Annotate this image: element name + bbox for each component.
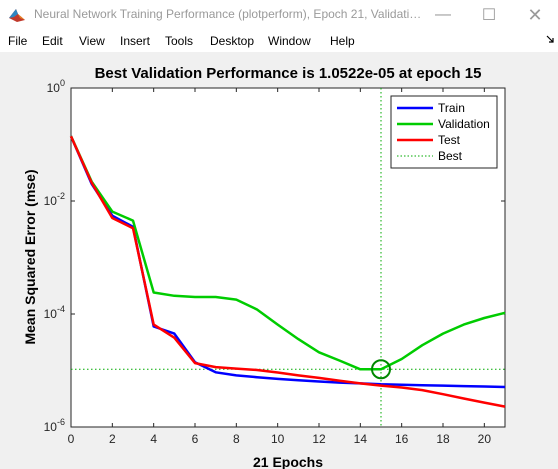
performance-chart: Best Validation Performance is 1.0522e-0… xyxy=(22,65,506,469)
menu-view[interactable]: View xyxy=(79,34,105,48)
menu-desktop[interactable]: Desktop xyxy=(210,34,254,48)
legend-label-test: Test xyxy=(438,133,461,147)
x-axis-label: 21 Epochs xyxy=(253,454,323,469)
x-tick-label: 14 xyxy=(354,432,368,446)
matlab-icon xyxy=(9,9,25,22)
legend: Train Validation Test Best xyxy=(390,95,498,169)
title-bar: Neural Network Training Performance (plo… xyxy=(0,0,558,30)
figure-area: Best Validation Performance is 1.0522e-0… xyxy=(0,52,558,469)
x-tick-label: 20 xyxy=(478,432,492,446)
x-tick-label: 0 xyxy=(68,432,75,446)
close-button[interactable]: ✕ xyxy=(512,0,558,30)
dock-arrow-icon[interactable] xyxy=(545,34,555,46)
menu-edit[interactable]: Edit xyxy=(42,34,63,48)
x-tick-label: 8 xyxy=(233,432,240,446)
y-tick-label: 10-2 xyxy=(44,191,65,208)
window-title: Neural Network Training Performance (plo… xyxy=(34,7,424,21)
close-icon: ✕ xyxy=(527,4,543,25)
legend-label-best: Best xyxy=(438,149,463,163)
y-axis-label: Mean Squared Error (mse) xyxy=(22,169,38,344)
y-tick-label: 10-6 xyxy=(44,417,65,434)
x-tick-label: 18 xyxy=(436,432,450,446)
minimize-button[interactable]: — xyxy=(420,0,466,30)
chart-title: Best Validation Performance is 1.0522e-0… xyxy=(95,65,482,82)
x-tick-label: 4 xyxy=(150,432,157,446)
legend-label-validation: Validation xyxy=(438,117,490,131)
x-tick-label: 10 xyxy=(271,432,285,446)
y-tick-label: 10-4 xyxy=(44,304,65,321)
menu-insert[interactable]: Insert xyxy=(120,34,150,48)
x-tick-label: 2 xyxy=(109,432,116,446)
maximize-button[interactable]: ☐ xyxy=(466,0,512,30)
x-tick-label: 12 xyxy=(312,432,326,446)
menu-window[interactable]: Window xyxy=(268,34,311,48)
maximize-icon: ☐ xyxy=(481,7,497,24)
x-tick-label: 6 xyxy=(192,432,199,446)
menu-tools[interactable]: Tools xyxy=(165,34,193,48)
menu-bar: File Edit View Insert Tools Desktop Wind… xyxy=(0,30,558,52)
minimize-icon: — xyxy=(435,6,451,23)
legend-label-train: Train xyxy=(438,101,465,115)
y-tick-label: 100 xyxy=(47,78,65,95)
menu-help[interactable]: Help xyxy=(330,34,355,48)
x-tick-label: 16 xyxy=(395,432,409,446)
menu-file[interactable]: File xyxy=(8,34,27,48)
